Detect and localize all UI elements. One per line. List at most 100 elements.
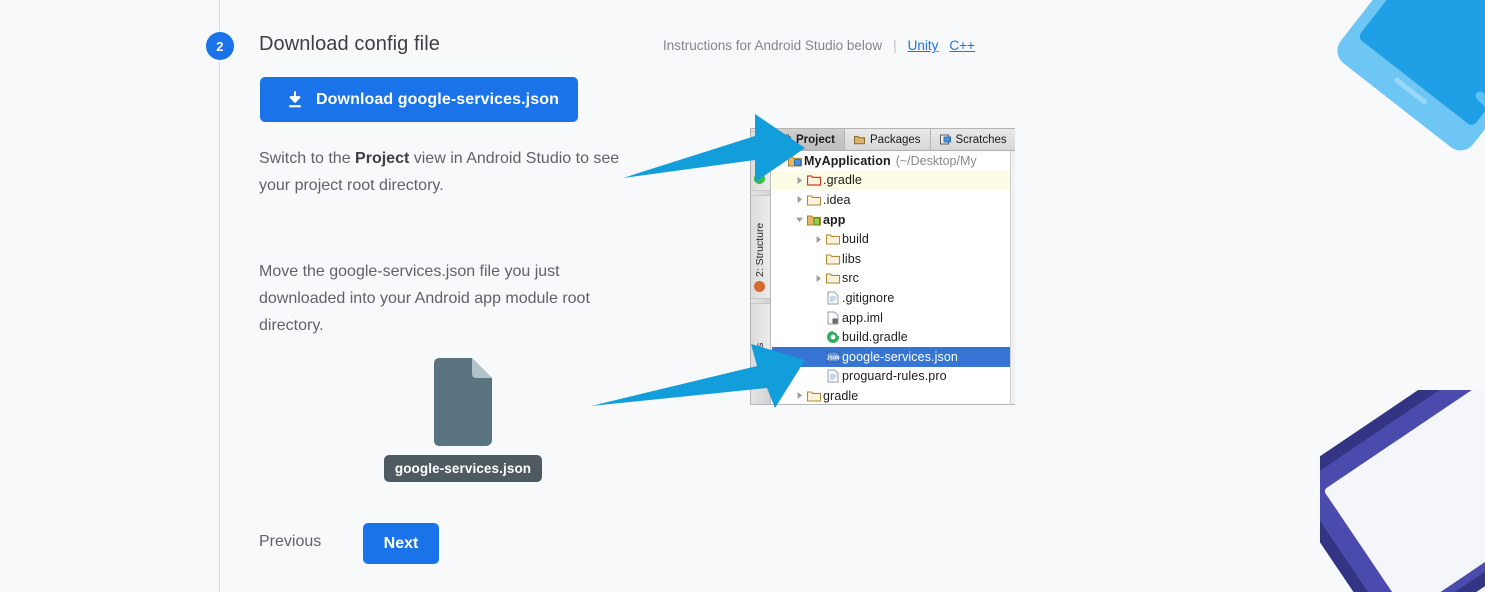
tree-item-label: build.gradle: [842, 330, 908, 345]
file-illustration: google-services.json: [383, 358, 543, 482]
side-tab-1-label: 1:: [754, 160, 766, 169]
page-title: Download config file: [259, 33, 440, 55]
tree-twisty[interactable]: [812, 235, 825, 244]
instruction-1-prefix: Switch to the: [259, 150, 356, 167]
side-tab-1[interactable]: 1:: [751, 131, 770, 191]
file-iml-icon: [827, 311, 838, 325]
tree-item-icon: JSON: [825, 350, 840, 364]
tree-row[interactable]: build: [772, 229, 1015, 249]
tree-item-label: .gitignore: [842, 290, 895, 305]
tree-row[interactable]: .gradle: [772, 170, 1015, 191]
decorative-tablet-dark: [1320, 390, 1485, 592]
folder-icon: [825, 234, 840, 245]
tree-item-icon: [806, 389, 821, 403]
project-file-tree[interactable]: MyApplication (~/Desktop/My .gradle .idea ap…: [772, 151, 1015, 404]
folder-icon: [806, 195, 821, 206]
folder-icon: [825, 254, 840, 265]
tree-item-icon: [806, 213, 821, 227]
ide-tab-bar: Project Packages Scratches: [771, 129, 1015, 151]
step-number-badge: 2: [206, 32, 234, 60]
svg-text:JSON: JSON: [826, 355, 839, 361]
chevron-right-icon[interactable]: [795, 195, 804, 204]
tree-item-label: app.iml: [842, 310, 883, 325]
side-tab-captures[interactable]: ures: [751, 303, 770, 385]
tree-row[interactable]: app.iml: [772, 308, 1015, 328]
side-tab-captures-label: ures: [754, 342, 766, 363]
tree-row[interactable]: build.gradle: [772, 327, 1015, 347]
tab-scratches[interactable]: Scratches: [931, 129, 1015, 150]
tree-row[interactable]: libs: [772, 249, 1015, 269]
gradle-icon: [826, 330, 839, 344]
tree-item-label: .idea: [823, 192, 851, 207]
project-icon: [780, 134, 791, 145]
page-stage: 2 Download config file Instructions for …: [0, 0, 1485, 592]
side-tab-structure[interactable]: 2: Structure: [751, 195, 770, 299]
next-button[interactable]: Next: [363, 523, 439, 564]
tree-row[interactable]: src: [772, 269, 1015, 289]
download-icon: [289, 90, 301, 107]
tree-row[interactable]: proguard-rules.pro: [772, 367, 1015, 387]
tree-item-icon: [806, 193, 821, 207]
instruction-paragraph-1: Switch to the Project view in Android St…: [259, 145, 631, 199]
android-module-icon: [806, 215, 821, 226]
tree-row[interactable]: .idea: [772, 190, 1015, 210]
tree-item-label: .gradle: [823, 173, 862, 188]
download-google-services-json-button[interactable]: Download google-services.json: [260, 77, 578, 122]
instruction-2-text: Move the google-services.json file you j…: [259, 263, 590, 334]
chevron-down-icon[interactable]: [795, 215, 804, 224]
chevron-right-icon[interactable]: [814, 274, 823, 283]
chevron-down-icon[interactable]: [776, 156, 785, 165]
packages-icon: [854, 136, 865, 145]
module-folder-icon: [787, 156, 802, 167]
folder-red-icon: [806, 175, 821, 186]
tree-item-icon: [825, 369, 840, 383]
tree-item-label: gradle: [823, 388, 859, 403]
tree-twisty[interactable]: [812, 274, 825, 283]
tree-row[interactable]: MyApplication (~/Desktop/My: [772, 151, 1015, 171]
tree-item-icon: [825, 330, 840, 344]
instruction-1-strong: Project: [355, 150, 410, 167]
instruction-paragraph-2: Move the google-services.json file you j…: [259, 258, 631, 339]
tab-project-label: Project: [796, 133, 835, 146]
tree-item-label: MyApplication: [804, 153, 891, 168]
tree-item-icon: [806, 173, 821, 187]
file-name-chip: google-services.json: [383, 455, 543, 482]
tree-row[interactable]: JSON google-services.json: [772, 346, 1015, 367]
tree-item-label: src: [842, 271, 859, 286]
side-tab-structure-label: 2: Structure: [754, 222, 766, 277]
platform-instructions-note: Instructions for Android Studio below | …: [663, 38, 975, 53]
android-studio-project-panel: 1: 2: Structure ures Project Packages Sc…: [750, 128, 1015, 405]
json-icon: JSON: [826, 351, 839, 363]
file-plain-icon: [827, 291, 838, 305]
tree-item-icon: [825, 291, 840, 305]
tab-project[interactable]: Project: [771, 129, 845, 150]
chevron-right-icon[interactable]: [795, 391, 804, 400]
chevron-right-icon[interactable]: [795, 176, 804, 185]
tree-row[interactable]: .gitignore: [772, 288, 1015, 308]
captures-icon: [754, 367, 766, 378]
link-cpp[interactable]: C++: [949, 38, 975, 53]
structure-icon: [754, 281, 766, 292]
tree-item-path: (~/Desktop/My: [895, 153, 977, 168]
chevron-right-icon[interactable]: [814, 235, 823, 244]
previous-button[interactable]: Previous: [259, 533, 321, 551]
tab-packages[interactable]: Packages: [845, 129, 931, 150]
tree-twisty[interactable]: [774, 156, 787, 165]
tree-row[interactable]: gradle: [772, 386, 1015, 404]
tree-twisty[interactable]: [793, 215, 806, 224]
tree-item-icon: [825, 252, 840, 266]
platform-note-separator: |: [893, 38, 897, 53]
tree-twisty[interactable]: [793, 176, 806, 185]
link-unity[interactable]: Unity: [908, 38, 939, 53]
tree-twisty[interactable]: [793, 391, 806, 400]
tree-twisty[interactable]: [793, 195, 806, 204]
tree-item-icon: [787, 154, 802, 168]
tree-item-label: proguard-rules.pro: [842, 369, 947, 384]
tree-item-label: libs: [842, 251, 862, 266]
tree-item-label: google-services.json: [842, 349, 958, 364]
android-icon: [754, 173, 766, 184]
panel-scrollbar[interactable]: [1010, 151, 1015, 404]
tree-item-icon: [825, 232, 840, 246]
tree-row[interactable]: app: [772, 210, 1015, 230]
tree-item-icon: [825, 271, 840, 285]
